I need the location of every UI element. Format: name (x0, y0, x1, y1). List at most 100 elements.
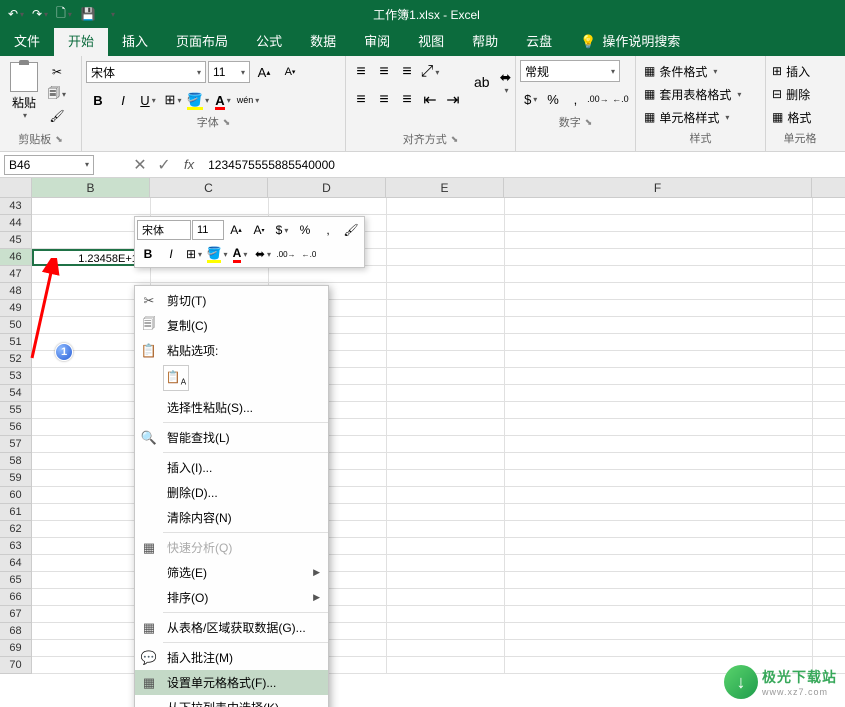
fx-icon[interactable]: fx (176, 157, 202, 172)
cell-styles-button[interactable]: ▦单元格样式▾ (640, 106, 761, 128)
row-header-50[interactable]: 50 (0, 317, 32, 334)
col-header-E[interactable]: E (386, 178, 504, 197)
italic-button[interactable]: I (111, 89, 135, 111)
align-center-button[interactable]: ≡ (373, 89, 395, 111)
format-cells-button[interactable]: ▦格式 (770, 106, 830, 128)
menu-insert[interactable]: 插入(I)... (135, 455, 328, 480)
align-right-button[interactable]: ≡ (396, 89, 418, 111)
insert-cells-button[interactable]: ⊞插入 (770, 60, 830, 82)
qat-new-icon[interactable]: 🗋▾ (54, 4, 74, 24)
alignment-launcher-icon[interactable]: ⬊ (451, 134, 459, 145)
qat-save-icon[interactable]: 💾 (78, 4, 98, 24)
row-header-52[interactable]: 52 (0, 351, 32, 368)
accounting-button[interactable]: $▾ (520, 88, 541, 110)
format-as-table-button[interactable]: ▦套用表格格式▾ (640, 83, 761, 105)
menu-from-table[interactable]: ▦从表格/区域获取数据(G)... (135, 615, 328, 640)
row-header-65[interactable]: 65 (0, 572, 32, 589)
merge-button[interactable]: ⬌▾ (500, 62, 512, 102)
conditional-formatting-button[interactable]: ▦条件格式▾ (640, 60, 761, 82)
tab-data[interactable]: 数据 (296, 28, 350, 56)
mini-accounting[interactable]: $▾ (271, 220, 293, 240)
row-header-49[interactable]: 49 (0, 300, 32, 317)
row-header-53[interactable]: 53 (0, 368, 32, 385)
number-format-select[interactable]: 常规▾ (520, 60, 620, 82)
delete-cells-button[interactable]: ⊟删除 (770, 83, 830, 105)
mini-size-select[interactable]: 11 (192, 220, 224, 240)
mini-font-color[interactable]: A▾ (229, 244, 251, 264)
number-launcher-icon[interactable]: ⬊ (585, 117, 593, 128)
mini-fill-color[interactable]: 🪣▾ (206, 244, 228, 264)
mini-border[interactable]: ⊞▾ (183, 244, 205, 264)
row-header-67[interactable]: 67 (0, 606, 32, 623)
menu-filter[interactable]: 筛选(E)▶ (135, 560, 328, 585)
menu-format-cells[interactable]: ▦设置单元格格式(F)... (135, 670, 328, 695)
row-header-58[interactable]: 58 (0, 453, 32, 470)
menu-delete[interactable]: 删除(D)... (135, 480, 328, 505)
cut-button[interactable]: ✂ (46, 62, 68, 82)
font-name-select[interactable]: 宋体▾ (86, 61, 206, 83)
menu-cut[interactable]: ✂剪切(T) (135, 288, 328, 313)
row-header-48[interactable]: 48 (0, 283, 32, 300)
font-color-button[interactable]: A▾ (211, 89, 235, 111)
row-header-54[interactable]: 54 (0, 385, 32, 402)
menu-sort[interactable]: 排序(O)▶ (135, 585, 328, 610)
selected-cell[interactable]: 1.23458E+18 (32, 249, 149, 266)
row-header-69[interactable]: 69 (0, 640, 32, 657)
fill-color-button[interactable]: 🪣▾ (186, 89, 210, 111)
phonetic-button[interactable]: wén▾ (236, 89, 260, 111)
col-header-B[interactable]: B (32, 178, 150, 197)
mini-inc-decimal[interactable]: .00→ (275, 244, 297, 264)
format-painter-button[interactable]: 🖌 (46, 106, 68, 126)
row-header-47[interactable]: 47 (0, 266, 32, 283)
mini-merge[interactable]: ⬌▾ (252, 244, 274, 264)
align-bottom-button[interactable]: ≡ (396, 61, 418, 83)
qat-redo-icon[interactable]: ↷▾ (30, 4, 50, 24)
menu-smart-lookup[interactable]: 🔍智能查找(L) (135, 425, 328, 450)
row-header-68[interactable]: 68 (0, 623, 32, 640)
tab-insert[interactable]: 插入 (108, 28, 162, 56)
col-header-F[interactable]: F (504, 178, 812, 197)
name-box[interactable]: B46▾ (4, 155, 94, 175)
tab-file[interactable]: 文件 (0, 28, 54, 56)
increase-font-button[interactable]: A▴ (252, 61, 276, 83)
percent-button[interactable]: % (542, 88, 563, 110)
tab-cloud[interactable]: 云盘 (512, 28, 566, 56)
row-header-63[interactable]: 63 (0, 538, 32, 555)
cancel-button[interactable]: ✕ (128, 153, 152, 177)
tab-help[interactable]: 帮助 (458, 28, 512, 56)
row-header-64[interactable]: 64 (0, 555, 32, 572)
row-header-55[interactable]: 55 (0, 402, 32, 419)
row-header-56[interactable]: 56 (0, 419, 32, 436)
increase-indent-button[interactable]: ⇥ (442, 89, 464, 111)
decrease-font-button[interactable]: A▾ (278, 61, 302, 83)
border-button[interactable]: ⊞▾ (161, 89, 185, 111)
mini-bold[interactable]: B (137, 244, 159, 264)
formula-input[interactable] (202, 155, 845, 175)
row-header-46[interactable]: 46 (0, 249, 32, 266)
paste-button[interactable]: 粘贴 ▾ (4, 58, 44, 120)
font-size-select[interactable]: 11▾ (208, 61, 250, 83)
tab-review[interactable]: 审阅 (350, 28, 404, 56)
align-middle-button[interactable]: ≡ (373, 61, 395, 83)
menu-copy[interactable]: 🗐复制(C) (135, 313, 328, 338)
orientation-button[interactable]: ⤢▾ (419, 61, 441, 83)
row-header-59[interactable]: 59 (0, 470, 32, 487)
row-header-66[interactable]: 66 (0, 589, 32, 606)
clipboard-launcher-icon[interactable]: ⬊ (55, 134, 63, 145)
mini-italic[interactable]: I (160, 244, 182, 264)
row-header-62[interactable]: 62 (0, 521, 32, 538)
mini-decrease-font[interactable]: A▾ (248, 220, 270, 240)
increase-decimal-button[interactable]: .00→ (587, 88, 609, 110)
mini-percent[interactable]: % (294, 220, 316, 240)
qat-customize-icon[interactable]: ▾ (102, 4, 122, 24)
mini-dec-decimal[interactable]: ←.0 (298, 244, 320, 264)
menu-clear[interactable]: 清除内容(N) (135, 505, 328, 530)
row-header-51[interactable]: 51 (0, 334, 32, 351)
row-header-70[interactable]: 70 (0, 657, 32, 674)
qat-undo-icon[interactable]: ↶▾ (6, 4, 26, 24)
align-top-button[interactable]: ≡ (350, 61, 372, 83)
mini-format-painter[interactable]: 🖌 (340, 220, 362, 240)
row-header-61[interactable]: 61 (0, 504, 32, 521)
menu-insert-comment[interactable]: 💬插入批注(M) (135, 645, 328, 670)
bold-button[interactable]: B (86, 89, 110, 111)
